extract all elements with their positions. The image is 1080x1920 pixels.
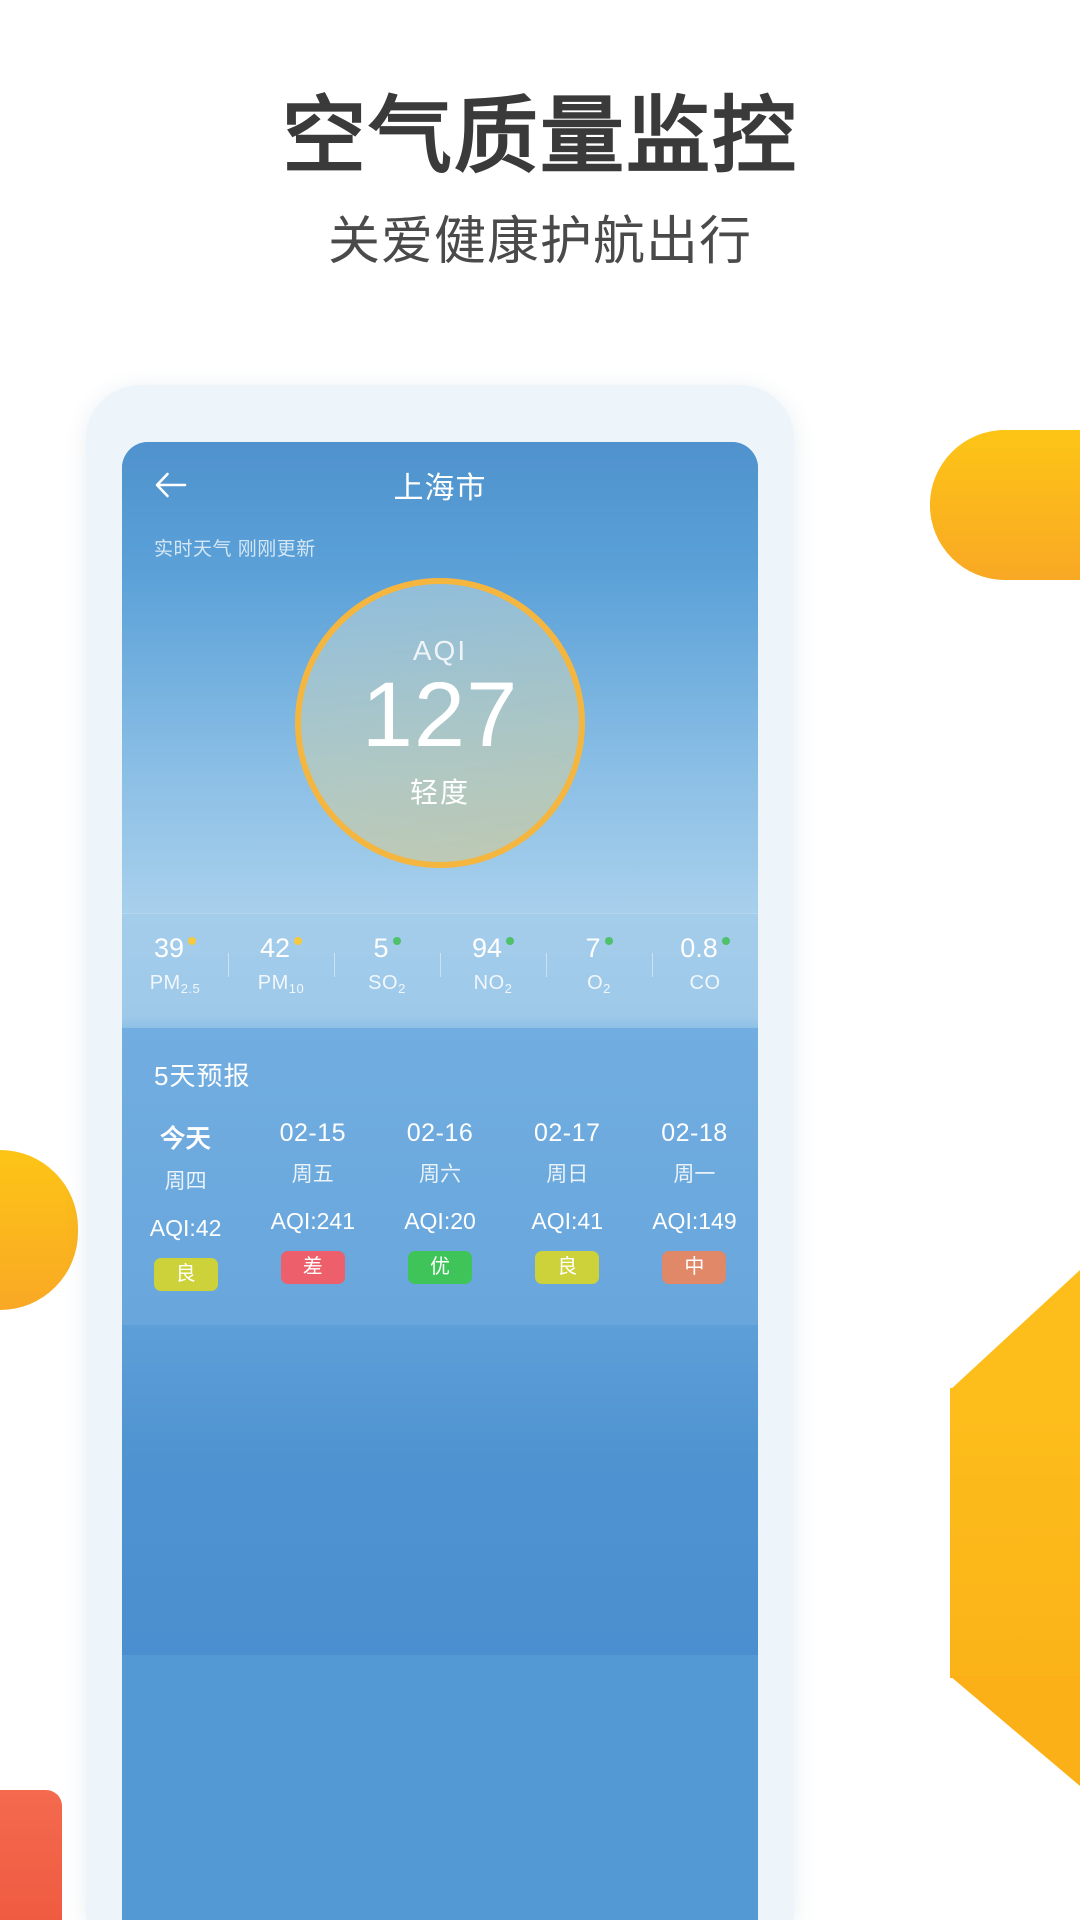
pollutant-value: 94 xyxy=(472,935,515,962)
pollutant-status-dot xyxy=(294,937,303,945)
pollutant-status-dot xyxy=(721,937,730,945)
aqi-value: 127 xyxy=(361,664,519,767)
forecast-weekday: 周五 xyxy=(291,1163,334,1186)
decorative-circle-left xyxy=(0,1150,78,1310)
screen-bottom-filler xyxy=(122,1325,758,1655)
decorative-shape-left-bottom xyxy=(0,1790,62,1920)
forecast-aqi: AQI:41 xyxy=(531,1208,604,1234)
pollutant-status-dot xyxy=(506,937,515,945)
decorative-circle-right xyxy=(930,430,1080,580)
pollutant-item: 0.8 CO xyxy=(652,935,758,995)
decorative-shape-right-bottom xyxy=(950,1676,1080,1786)
pollutant-item: 42 PM10 xyxy=(228,935,334,996)
aqi-label: AQI xyxy=(412,635,468,667)
forecast-weekday: 周日 xyxy=(546,1163,589,1186)
city-title: 上海市 xyxy=(393,472,487,505)
section-divider xyxy=(122,1016,758,1028)
forecast-weekday: 周四 xyxy=(164,1170,207,1193)
pollutant-name: NO2 xyxy=(473,972,513,996)
app-navbar: 上海市 xyxy=(122,442,758,528)
forecast-date: 02-15 xyxy=(279,1119,347,1147)
aqi-dial[interactable]: AQI 127 轻度 xyxy=(295,578,585,868)
forecast-section: 5天预报 今天周四 AQI:42 良 02-15 周五 AQI:241 差 02-16 周六 AQ… xyxy=(122,1028,758,1325)
forecast-day[interactable]: 02-18 周一 AQI:149 中 xyxy=(631,1119,758,1291)
pollutant-strip: 39 PM2.5 42 PM10 5 SO2 94 NO2 7 O2 0.8 CO xyxy=(122,913,758,1016)
forecast-date: 02-16 xyxy=(406,1119,474,1147)
update-status: 实时天气 刚刚更新 xyxy=(154,539,316,560)
forecast-quality-badge: 良 xyxy=(535,1251,600,1284)
pollutant-value: 39 xyxy=(154,935,197,962)
page-subtitle: 关爱健康护航出行 xyxy=(327,213,752,272)
phone-screen: 上海市 实时天气 刚刚更新 AQI 127 轻度 39 PM2.5 42 PM10 5 S… xyxy=(122,442,758,1920)
pollutant-item: 7 O2 xyxy=(546,935,652,996)
forecast-quality-badge: 差 xyxy=(280,1251,345,1284)
pollutant-item: 94 NO2 xyxy=(440,935,546,996)
forecast-day[interactable]: 02-16 周六 AQI:20 优 xyxy=(376,1119,503,1291)
pollutant-name: PM10 xyxy=(257,972,305,996)
aqi-dial-wrap: AQI 127 轻度 xyxy=(122,578,758,868)
pollutant-value: 7 xyxy=(585,935,613,962)
forecast-quality-badge: 优 xyxy=(408,1251,472,1284)
air-quality-hero: 上海市 实时天气 刚刚更新 AQI 127 轻度 xyxy=(122,442,758,913)
arrow-left-icon xyxy=(155,472,187,498)
forecast-date: 02-17 xyxy=(533,1119,601,1147)
pollutant-item: 5 SO2 xyxy=(334,935,440,996)
page-title: 空气质量监控 xyxy=(281,89,798,183)
pollutant-value: 5 xyxy=(373,935,401,962)
forecast-title: 5天预报 xyxy=(154,1061,251,1091)
pollutant-value: 0.8 xyxy=(680,935,730,962)
headline-block: 空气质量监控 关爱健康护航出行 xyxy=(0,92,1080,271)
forecast-aqi: AQI:241 xyxy=(270,1208,355,1234)
forecast-date: 今天 xyxy=(160,1125,212,1153)
pollutant-status-dot xyxy=(188,937,197,945)
forecast-weekday: 周一 xyxy=(673,1163,716,1186)
forecast-date: 02-18 xyxy=(661,1119,728,1147)
forecast-day[interactable]: 02-15 周五 AQI:241 差 xyxy=(249,1119,376,1291)
decorative-shape-right-top xyxy=(950,1270,1080,1390)
pollutant-name: O2 xyxy=(587,972,611,996)
back-button[interactable] xyxy=(148,462,194,508)
pollutant-name: SO2 xyxy=(368,972,406,996)
decorative-shape-right-mid xyxy=(950,1388,1080,1678)
phone-mockup: 上海市 实时天气 刚刚更新 AQI 127 轻度 39 PM2.5 42 PM10 5 S… xyxy=(86,385,794,1920)
pollutant-name: PM2.5 xyxy=(149,972,201,996)
forecast-row: 今天周四 AQI:42 良 02-15 周五 AQI:241 差 02-16 周六 AQI:20 优… xyxy=(122,1119,758,1291)
pollutant-status-dot xyxy=(392,937,401,945)
aqi-level: 轻度 xyxy=(409,776,470,808)
pollutant-name: CO xyxy=(689,972,721,994)
forecast-quality-badge: 中 xyxy=(662,1251,727,1284)
forecast-aqi: AQI:20 xyxy=(404,1208,476,1234)
forecast-aqi: AQI:42 xyxy=(149,1215,222,1241)
forecast-aqi: AQI:149 xyxy=(652,1208,737,1234)
forecast-weekday: 周六 xyxy=(419,1163,461,1186)
forecast-day[interactable]: 今天周四 AQI:42 良 xyxy=(122,1119,249,1291)
forecast-quality-badge: 良 xyxy=(153,1258,218,1291)
pollutant-status-dot xyxy=(604,937,613,945)
pollutant-value: 42 xyxy=(260,935,303,962)
pollutant-item: 39 PM2.5 xyxy=(122,935,228,997)
forecast-day[interactable]: 02-17 周日 AQI:41 良 xyxy=(504,1119,631,1291)
